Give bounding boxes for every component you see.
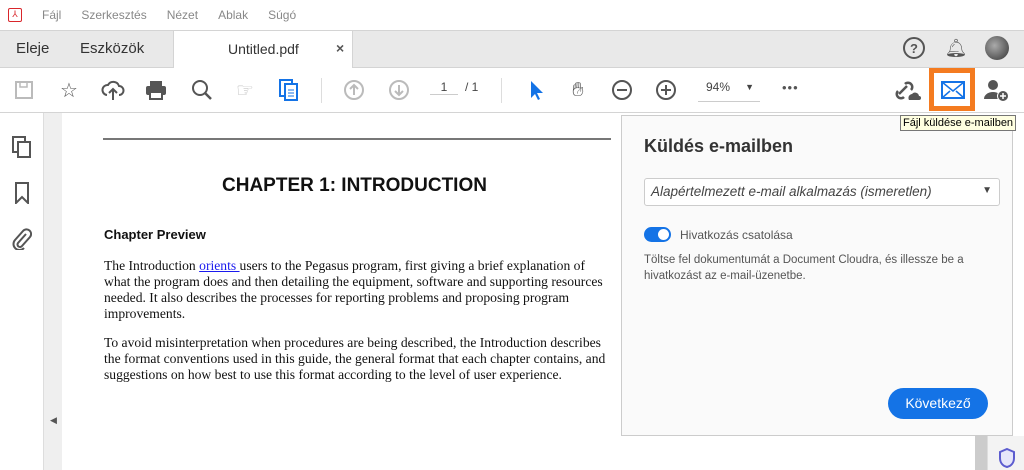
shield-icon[interactable] [999, 448, 1015, 468]
add-user-icon[interactable] [982, 76, 1010, 104]
menu-file[interactable]: Fájl [42, 8, 61, 22]
email-app-value: Alapértelmezett e-mail alkalmazás (ismer… [651, 184, 932, 199]
section-heading: Chapter Preview [104, 227, 206, 242]
paragraph-1: The Introduction orients users to the Pe… [104, 258, 614, 322]
menu-help[interactable]: Súgó [268, 8, 296, 22]
previous-page-icon[interactable] [340, 76, 368, 104]
sidebar-gutter: ◀ [44, 113, 62, 470]
attachment-icon[interactable] [10, 227, 34, 251]
tooltip: Fájl küldése e-mailben [900, 115, 1017, 131]
menu-view[interactable]: Nézet [167, 8, 198, 22]
attach-link-label: Hivatkozás csatolása [680, 228, 793, 242]
close-tab-icon[interactable]: × [336, 40, 344, 56]
select-tool-icon[interactable] [522, 76, 550, 104]
email-app-select[interactable]: Alapértelmezett e-mail alkalmazás (ismer… [644, 178, 1000, 206]
avatar[interactable] [985, 36, 1009, 60]
next-page-icon[interactable] [385, 76, 413, 104]
collapse-sidebar-icon[interactable]: ◀ [50, 415, 57, 426]
bell-icon[interactable]: 🔔︎ [945, 36, 968, 60]
tab-bar: Eleje Eszközök Untitled.pdf × ? 🔔︎ [0, 30, 1024, 68]
acrobat-logo-icon: ⅄ [8, 8, 22, 22]
menu-window[interactable]: Ablak [218, 8, 248, 22]
tab-document[interactable]: Untitled.pdf × [173, 30, 353, 68]
zoom-out-icon[interactable] [608, 76, 636, 104]
tab-tools[interactable]: Eszközök [80, 40, 144, 57]
paragraph-2: To avoid misinterpretation when procedur… [104, 335, 606, 382]
toolbar: ☆ ☞ 1 / 1 ✋︎ 94% ▼ ••• [0, 68, 1024, 113]
hand-tool-icon[interactable]: ✋︎ [564, 76, 592, 104]
help-icon[interactable]: ? [903, 37, 925, 59]
pages-thumbnail-icon[interactable] [10, 135, 34, 159]
menu-bar: ⅄ Fájl Szerkesztés Nézet Ablak Súgó [0, 0, 1024, 30]
right-rail [987, 436, 1024, 470]
chapter-title: CHAPTER 1: INTRODUCTION [222, 175, 487, 196]
left-sidebar [0, 113, 44, 470]
zoom-value: 94% [706, 80, 731, 94]
zoom-select[interactable]: 94% ▼ [698, 80, 760, 102]
document-tab-label: Untitled.pdf [228, 41, 299, 57]
send-email-panel: Küldés e-mailben Alapértelmezett e-mail … [621, 115, 1013, 436]
scrollbar[interactable] [975, 436, 987, 470]
bookmark-icon[interactable] [10, 181, 34, 205]
panel-title: Küldés e-mailben [644, 136, 794, 156]
cloud-upload-icon[interactable] [99, 76, 127, 104]
separator [321, 78, 322, 103]
panel-description: Töltse fel dokumentumát a Document Cloud… [644, 254, 964, 282]
touch-mode-icon[interactable]: ☞ [231, 76, 259, 104]
share-link-icon[interactable] [894, 76, 922, 104]
tab-home[interactable]: Eleje [16, 40, 49, 57]
chevron-down-icon: ▼ [745, 82, 754, 92]
search-icon[interactable] [188, 76, 216, 104]
orients-link[interactable]: orients [199, 258, 239, 273]
chevron-down-icon: ▼ [982, 185, 992, 196]
menu-edit[interactable]: Szerkesztés [81, 8, 146, 22]
text: The Introduction [104, 258, 200, 273]
attach-link-toggle[interactable] [644, 227, 671, 242]
edit-pdf-icon[interactable] [275, 76, 303, 104]
next-button[interactable]: Következő [888, 388, 988, 419]
zoom-in-icon[interactable] [652, 76, 680, 104]
header-rule [103, 138, 611, 140]
print-icon[interactable] [142, 76, 170, 104]
page-total: / 1 [465, 80, 479, 94]
separator [501, 78, 502, 103]
star-icon[interactable]: ☆ [55, 76, 83, 104]
pdf-page: CHAPTER 1: INTRODUCTION Chapter Preview … [62, 113, 622, 470]
more-tools-button[interactable]: ••• [782, 80, 799, 95]
save-icon[interactable] [10, 76, 38, 104]
email-button-highlight [929, 68, 975, 111]
page-number-input[interactable]: 1 [430, 80, 458, 95]
